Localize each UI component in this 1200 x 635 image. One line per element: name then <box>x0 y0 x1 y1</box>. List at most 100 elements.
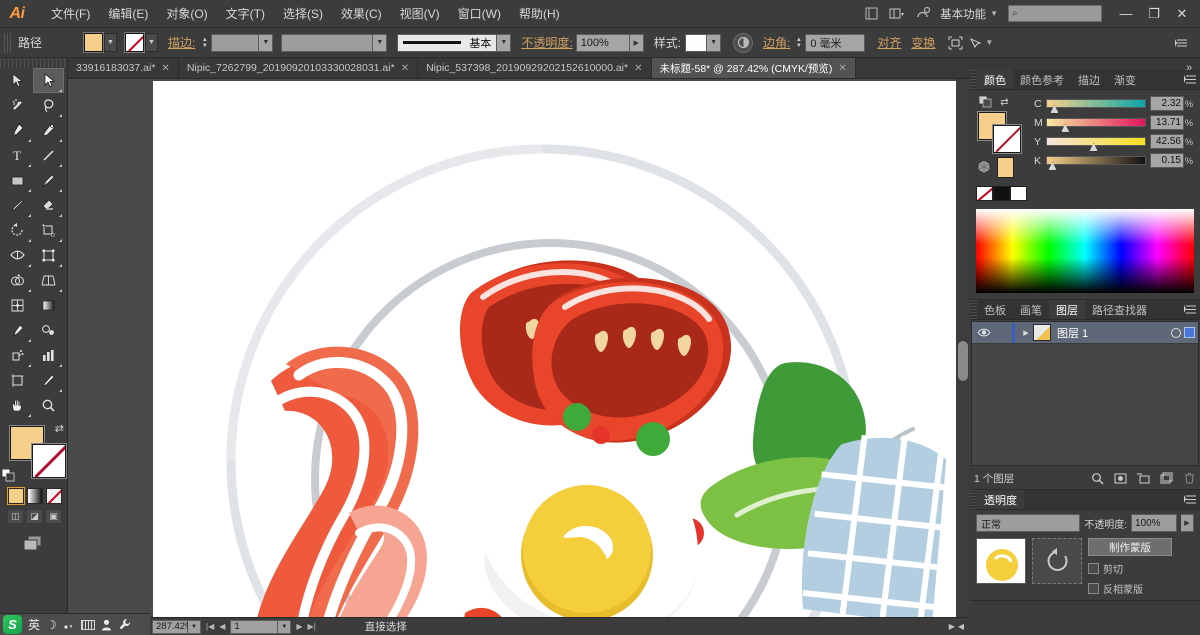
canvas-vertical-scrollbar[interactable] <box>956 79 970 617</box>
black-color-swatch[interactable] <box>993 186 1010 201</box>
scrollbar-thumb[interactable] <box>958 341 968 381</box>
stroke-swatch[interactable] <box>125 33 144 52</box>
punctuation-icon[interactable] <box>63 619 75 631</box>
opacity-label[interactable]: 不透明度: <box>521 34 572 51</box>
zoom-level-field[interactable]: 287.42% <box>152 619 194 634</box>
mesh-tool[interactable] <box>2 293 33 318</box>
toolbar-stroke-swatch[interactable] <box>32 444 66 478</box>
artboard-tool[interactable] <box>2 368 33 393</box>
menu-object[interactable]: 对象(O) <box>157 0 216 28</box>
tab-gradient[interactable]: 渐变 <box>1107 70 1143 89</box>
artboard[interactable] <box>153 81 963 617</box>
gradient-mode-button[interactable] <box>27 488 43 504</box>
stroke-weight-chevron-down-icon[interactable]: ▼ <box>259 33 274 52</box>
select-similar-icon[interactable] <box>965 33 985 53</box>
recolor-artwork-button[interactable] <box>733 32 754 53</box>
locate-object-icon[interactable] <box>1090 471 1104 485</box>
screen-mode-button[interactable] <box>21 534 47 554</box>
menu-select[interactable]: 选择(S) <box>274 0 332 28</box>
layer-name[interactable]: 图层 1 <box>1051 325 1088 341</box>
arrange-documents-icon[interactable] <box>884 3 910 25</box>
perspective-grid-tool[interactable] <box>33 268 64 293</box>
close-button[interactable]: ✕ <box>1168 0 1196 28</box>
line-segment-tool[interactable] <box>33 143 64 168</box>
magenta-slider[interactable] <box>1046 118 1146 133</box>
draw-behind-button[interactable]: ◪ <box>26 509 43 524</box>
transparency-artwork-thumbnail[interactable] <box>976 538 1026 584</box>
corner-label[interactable]: 边角: <box>763 34 790 51</box>
tab-color-guide[interactable]: 颜色参考 <box>1013 70 1071 89</box>
sogou-logo-icon[interactable]: S <box>3 615 22 634</box>
clip-checkbox-row[interactable]: 剪切 <box>1088 561 1194 576</box>
color-cube-icon[interactable] <box>976 159 993 176</box>
blend-tool[interactable] <box>33 318 64 343</box>
fill-swatch[interactable] <box>84 33 103 52</box>
brush-definition-field[interactable]: 基本 <box>397 33 498 52</box>
stroke-chevron-down-icon[interactable]: ▼ <box>145 33 158 52</box>
status-bar-arrows[interactable]: ▶ ◀ <box>949 622 970 631</box>
eyedropper-tool[interactable] <box>2 318 33 343</box>
none-color-swatch[interactable] <box>976 186 993 201</box>
tab-pathfinder[interactable]: 路径查找器 <box>1085 300 1154 319</box>
transparency-opacity-chevron-icon[interactable]: ▶ <box>1181 514 1194 532</box>
close-icon[interactable]: ✕ <box>634 63 642 74</box>
wrench-icon[interactable] <box>118 618 131 631</box>
transparency-mask-thumbnail[interactable] <box>1032 538 1082 584</box>
close-icon[interactable]: ✕ <box>161 63 169 74</box>
zoom-tool[interactable] <box>33 393 64 418</box>
scale-tool[interactable] <box>33 218 64 243</box>
corner-radius-stepper[interactable]: ▲ ▼ <box>793 34 804 52</box>
artboard-number-field[interactable]: 1 <box>230 619 279 634</box>
black-value[interactable]: 0.15 <box>1150 153 1184 168</box>
black-slider-thumb[interactable] <box>1047 162 1057 171</box>
delete-layer-icon[interactable] <box>1182 471 1196 485</box>
transparency-panel-grip[interactable] <box>970 490 977 509</box>
curvature-tool[interactable] <box>33 118 64 143</box>
color-spectrum-ramp[interactable] <box>976 209 1194 293</box>
chevron-right-icon[interactable]: ▶ <box>1019 329 1033 337</box>
eye-icon[interactable] <box>974 327 994 338</box>
magenta-value[interactable]: 13.71 <box>1150 115 1184 130</box>
selection-indicator[interactable] <box>1184 327 1195 338</box>
swap-fill-stroke-icon[interactable]: ⇄ <box>55 422 64 435</box>
column-graph-tool[interactable] <box>33 343 64 368</box>
tab-color[interactable]: 颜色 <box>977 70 1013 89</box>
control-bar-menu-icon[interactable] <box>1172 33 1192 53</box>
select-similar-chevron-down-icon[interactable]: ▼ <box>985 38 993 47</box>
default-fill-stroke-icon[interactable] <box>1 468 15 482</box>
artboard-nav-first[interactable]: |◀ ◀ <box>201 622 230 631</box>
layers-panel-menu-icon[interactable] <box>1180 300 1200 319</box>
rectangle-tool[interactable] <box>2 168 33 193</box>
brush-chevron-down-icon[interactable]: ▼ <box>497 33 512 52</box>
yellow-slider-thumb[interactable] <box>1089 143 1099 152</box>
create-sublayer-icon[interactable] <box>1136 471 1150 485</box>
color-panel-grip[interactable] <box>970 70 977 89</box>
restore-button[interactable]: ❐ <box>1140 0 1168 28</box>
magenta-slider-thumb[interactable] <box>1060 124 1070 133</box>
menu-effect[interactable]: 效果(C) <box>332 0 391 28</box>
document-tab[interactable]: 33916183037.ai* ✕ <box>68 58 179 78</box>
black-slider[interactable] <box>1046 156 1146 171</box>
stroke-weight-field[interactable] <box>211 33 260 52</box>
menu-view[interactable]: 视图(V) <box>391 0 449 28</box>
draw-inside-button[interactable]: ▣ <box>45 509 62 524</box>
make-clipping-mask-icon[interactable] <box>1113 471 1127 485</box>
draw-normal-button[interactable]: ◫ <box>7 509 24 524</box>
target-indicator-icon[interactable] <box>1171 327 1181 338</box>
color-stroke-swatch[interactable] <box>993 125 1021 153</box>
stroke-weight-stepper[interactable]: ▲ ▼ <box>199 34 210 52</box>
shape-builder-tool[interactable] <box>2 268 33 293</box>
cyan-slider-thumb[interactable] <box>1049 105 1059 114</box>
invert-mask-checkbox[interactable] <box>1088 583 1099 594</box>
close-icon[interactable]: ✕ <box>838 63 846 74</box>
paintbrush-tool[interactable] <box>33 168 64 193</box>
tab-swatches[interactable]: 色板 <box>977 300 1013 319</box>
keyboard-icon[interactable] <box>80 619 95 630</box>
close-icon[interactable]: ✕ <box>401 63 409 74</box>
tab-layers[interactable]: 图层 <box>1049 300 1085 319</box>
ime-language-toggle[interactable]: 英 <box>28 616 40 633</box>
current-tool-status[interactable]: 直接选择 <box>365 619 407 634</box>
transparency-panel-menu-icon[interactable] <box>1180 490 1200 509</box>
isolate-selected-object-icon[interactable] <box>945 33 965 53</box>
workspace-chevron-down-icon[interactable]: ▼ <box>990 9 998 18</box>
